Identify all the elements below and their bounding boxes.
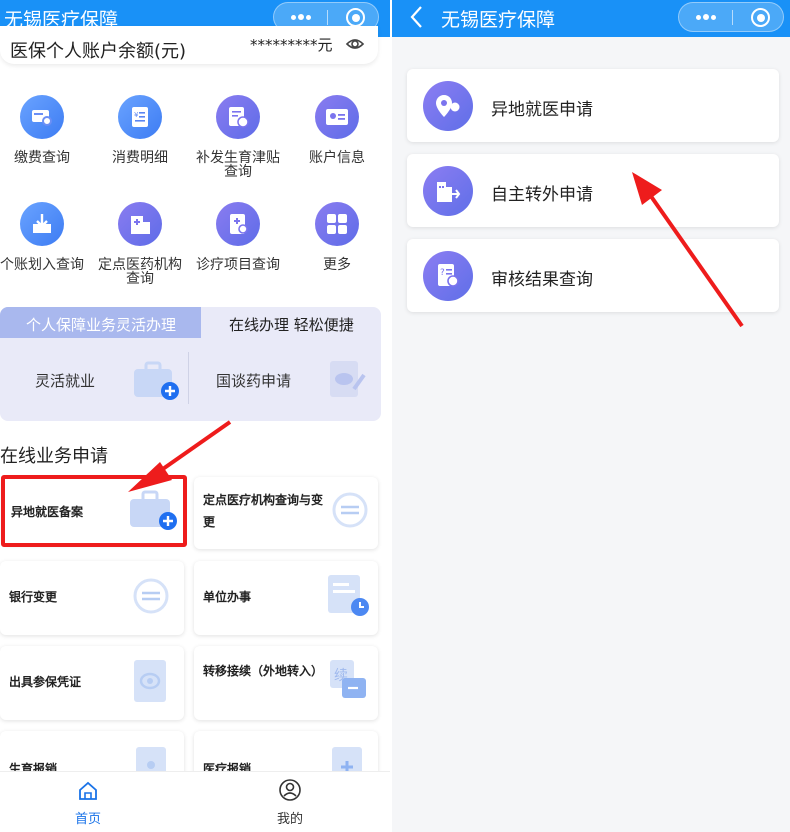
- grid-item-label: 补发生育津贴查询: [196, 150, 280, 180]
- hospital-building-icon: [118, 202, 162, 246]
- building-transfer-icon: [423, 166, 473, 216]
- left-phone-screen: 无锡医疗保障 医保个人账户余额(元) *********元 缴费查询 ¥ 消费明…: [0, 0, 390, 832]
- nav-mine-label: 我的: [276, 812, 303, 827]
- balance-masked-value: *********元: [250, 36, 333, 54]
- balance-label: 医保个人账户余额(元): [10, 41, 187, 62]
- drug-capsule-icon: [330, 361, 366, 397]
- capsule-divider: [327, 10, 328, 25]
- svg-text:¥: ¥: [134, 111, 139, 119]
- allowance-doc-icon: [216, 95, 260, 139]
- grid-item-label: 诊疗项目查询: [196, 257, 280, 273]
- more-dots-icon[interactable]: [679, 3, 732, 31]
- tile-insurance-certificate[interactable]: 出具参保凭证: [0, 646, 184, 720]
- service-flexible-employment[interactable]: 灵活就业: [35, 370, 95, 391]
- card-label: 自主转外申请: [491, 185, 593, 205]
- calendar-clock-icon: [328, 575, 369, 616]
- annotation-highlight-box: [1, 475, 187, 547]
- tab-online-handling[interactable]: 在线办理 轻松便捷: [229, 314, 354, 335]
- card-label: 异地就医申请: [491, 100, 593, 120]
- exchange-compass-icon: [332, 492, 368, 528]
- certificate-scroll-icon: [134, 660, 166, 702]
- tile-transfer-continuation[interactable]: 转移接续（外地转入） 续: [194, 646, 378, 720]
- nav-mine[interactable]: 我的: [240, 772, 340, 832]
- medical-book-icon: [216, 202, 260, 246]
- svg-text:?: ?: [440, 268, 445, 278]
- document-search-icon: ?: [423, 251, 473, 301]
- card-review-result-query[interactable]: ? 审核结果查询: [407, 239, 779, 312]
- tile-bank-change[interactable]: 银行变更: [0, 561, 184, 635]
- back-chevron-icon[interactable]: [406, 3, 428, 31]
- balance-card: 医保个人账户余额(元) *********元: [0, 26, 378, 64]
- card-offsite-medical-application[interactable]: 异地就医申请: [407, 69, 779, 142]
- grid-item-label: 个账划入查询: [0, 257, 84, 273]
- tile-designated-institution-change[interactable]: 定点医疗机构查询与变更: [194, 477, 378, 549]
- search-card-icon: [20, 95, 64, 139]
- transfer-continue-icon: 续: [330, 660, 366, 698]
- grid-item-label: 更多: [323, 257, 351, 273]
- tab-label: 个人保障业务灵活办理: [26, 316, 177, 334]
- service-negotiated-drug[interactable]: 国谈药申请: [216, 370, 291, 391]
- grid-item-label: 缴费查询: [14, 150, 70, 166]
- grid-item-label: 账户信息: [309, 150, 365, 166]
- nav-home[interactable]: 首页: [38, 772, 138, 832]
- section-title: 在线业务申请: [0, 446, 108, 467]
- id-card-icon: [315, 95, 359, 139]
- capsule-divider: [732, 10, 733, 25]
- grid-item-label: 消费明细: [112, 150, 168, 166]
- top-bar: 无锡医疗保障: [392, 0, 790, 37]
- eye-icon[interactable]: [345, 34, 365, 54]
- card-self-transfer-application[interactable]: 自主转外申请: [407, 154, 779, 227]
- tile-unit-affairs[interactable]: 单位办事: [194, 561, 378, 635]
- location-pin-icon: [423, 81, 473, 131]
- tile-label: 单位办事: [203, 590, 252, 604]
- close-target-icon[interactable]: [346, 8, 365, 27]
- app-title: 无锡医疗保障: [441, 9, 556, 31]
- service-tab-panel: 个人保障业务灵活办理 在线办理 轻松便捷 灵活就业 国谈药申请: [0, 307, 381, 421]
- nav-home-label: 首页: [74, 812, 101, 827]
- exchange-compass-icon: [133, 578, 169, 614]
- right-phone-screen: 无锡医疗保障 异地就医申请 自主转外申请 ? 审核结果查询: [392, 0, 790, 832]
- close-target-icon[interactable]: [751, 8, 770, 27]
- medical-kit-add-icon: [134, 361, 179, 400]
- tile-label: 银行变更: [9, 590, 58, 604]
- receipt-icon: ¥: [118, 95, 162, 139]
- grid-more-icon: [315, 202, 359, 246]
- tile-label: 定点医疗机构查询与变更: [203, 493, 324, 529]
- mini-program-capsule: [678, 2, 784, 32]
- user-icon: [279, 779, 301, 801]
- home-icon: [79, 781, 97, 800]
- tab-personal-security[interactable]: 个人保障业务灵活办理: [0, 307, 201, 338]
- inbox-download-icon: [20, 202, 64, 246]
- card-label: 审核结果查询: [491, 270, 593, 290]
- service-divider: [188, 352, 189, 404]
- tile-label: 转移接续（外地转入）: [203, 664, 324, 678]
- grid-item-label: 定点医药机构查询: [98, 257, 182, 287]
- bottom-nav: 首页 我的: [0, 771, 390, 832]
- tile-label: 出具参保凭证: [9, 675, 82, 689]
